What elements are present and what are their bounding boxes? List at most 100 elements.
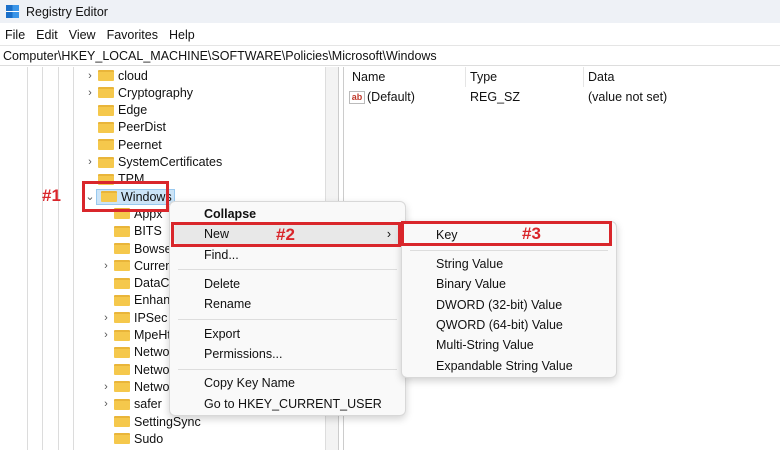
- tree-item-label: Netwo: [134, 345, 170, 360]
- submenu-item-qword-value[interactable]: QWORD (64-bit) Value: [402, 315, 616, 335]
- folder-icon: [114, 416, 130, 427]
- address-bar[interactable]: Computer\HKEY_LOCAL_MACHINE\SOFTWARE\Pol…: [0, 45, 780, 66]
- tree-item[interactable]: Enhanc: [100, 292, 176, 309]
- menu-separator: [178, 269, 397, 270]
- tree-item[interactable]: Netwo: [100, 344, 169, 361]
- tree-line: [73, 67, 74, 450]
- menu-item-export[interactable]: Export: [170, 324, 405, 344]
- tree-item-label: Netwo: [134, 362, 170, 377]
- submenu-item-string-value[interactable]: String Value: [402, 254, 616, 274]
- tree-line: [58, 67, 59, 450]
- folder-icon: [114, 277, 130, 289]
- folder-icon: [114, 433, 130, 445]
- folder-icon: [114, 381, 130, 393]
- tree-item[interactable]: › MpeHt: [100, 327, 171, 344]
- menu-help[interactable]: Help: [169, 28, 195, 42]
- tree-item[interactable]: › SystemCertificates: [84, 154, 222, 171]
- tree-item-label: BITS: [134, 224, 162, 239]
- folder-icon: [98, 70, 114, 81]
- tree-item[interactable]: › Netwo: [100, 378, 169, 395]
- tree-line: [42, 67, 43, 450]
- tree-item[interactable]: BITS: [100, 223, 162, 240]
- tree-item-label: SettingSync: [134, 414, 201, 429]
- tree-item[interactable]: › IPSec: [100, 309, 167, 326]
- folder-icon: [114, 225, 130, 237]
- chevron-right-icon[interactable]: ›: [100, 398, 112, 410]
- value-data: (value not set): [588, 90, 668, 104]
- menu-edit[interactable]: Edit: [36, 28, 58, 42]
- tree-item-label: Sudo: [134, 431, 164, 446]
- tree-item-label: Edge: [118, 103, 148, 118]
- chevron-right-icon[interactable]: ›: [84, 156, 96, 168]
- chevron-right-icon[interactable]: ›: [100, 329, 112, 341]
- annotation-label-3: #3: [522, 224, 541, 243]
- tree-item[interactable]: › Cryptography: [84, 84, 193, 101]
- tree-item[interactable]: Bowser: [100, 240, 176, 257]
- string-value-icon: ab: [349, 91, 365, 105]
- tree-item[interactable]: › Current: [100, 257, 176, 274]
- column-divider: [583, 67, 584, 87]
- chevron-right-icon[interactable]: ›: [84, 87, 96, 99]
- tree-item[interactable]: Sudo: [100, 430, 163, 447]
- tree-item[interactable]: Peernet: [84, 136, 162, 153]
- tree-item[interactable]: › safer: [100, 396, 162, 413]
- registry-editor-icon: [6, 5, 19, 18]
- tree-item[interactable]: DataCo: [100, 275, 176, 292]
- menu-item-find[interactable]: Find...: [170, 245, 405, 265]
- menu-view[interactable]: View: [69, 28, 96, 42]
- folder-icon: [114, 398, 130, 410]
- menu-favorites[interactable]: Favorites: [107, 28, 158, 42]
- folder-icon: [114, 329, 130, 341]
- tree-item-label: MpeHt: [134, 328, 171, 342]
- tree-item-label: SystemCertificates: [118, 155, 223, 169]
- menu-bar: File Edit View Favorites Help: [0, 24, 780, 45]
- tree-item[interactable]: › cloud: [84, 67, 148, 84]
- annotation-label-2: #2: [276, 225, 295, 244]
- tree-item-label: Netwo: [134, 379, 170, 394]
- value-type: REG_SZ: [470, 90, 521, 104]
- value-name: (Default): [367, 90, 415, 104]
- column-data[interactable]: Data: [588, 70, 614, 84]
- menu-item-copy-key-name[interactable]: Copy Key Name: [170, 373, 405, 393]
- tree-item-label: Peernet: [118, 137, 162, 152]
- folder-icon: [98, 121, 114, 133]
- chevron-right-icon[interactable]: ›: [100, 312, 112, 324]
- submenu-item-dword-value[interactable]: DWORD (32-bit) Value: [402, 295, 616, 315]
- folder-icon: [114, 312, 130, 324]
- tree-item[interactable]: Netwo: [100, 361, 169, 378]
- tree-item-label: safer: [134, 397, 162, 412]
- window-title: Registry Editor: [26, 4, 108, 19]
- folder-icon: [114, 260, 130, 272]
- annotation-box-3: [401, 221, 612, 246]
- menu-item-collapse[interactable]: Collapse: [170, 204, 405, 224]
- menu-file[interactable]: File: [5, 28, 25, 42]
- column-type[interactable]: Type: [470, 70, 497, 84]
- tree-item-label: IPSec: [134, 310, 168, 325]
- folder-icon: [98, 104, 114, 116]
- column-name[interactable]: Name: [352, 70, 385, 84]
- chevron-right-icon[interactable]: ›: [84, 70, 96, 82]
- folder-icon: [114, 243, 130, 254]
- submenu-item-multi-string-value[interactable]: Multi-String Value: [402, 335, 616, 355]
- annotation-box-1: [82, 181, 169, 212]
- tree-line: [27, 67, 28, 450]
- menu-item-delete[interactable]: Delete: [170, 274, 405, 294]
- folder-icon: [114, 294, 130, 306]
- menu-separator: [178, 369, 397, 370]
- folder-icon: [114, 346, 130, 358]
- menu-separator: [178, 319, 397, 320]
- tree-item[interactable]: Edge: [84, 102, 147, 119]
- chevron-right-icon[interactable]: ›: [100, 260, 112, 272]
- submenu-item-binary-value[interactable]: Binary Value: [402, 274, 616, 294]
- folder-icon: [114, 364, 130, 376]
- menu-item-goto-hkcu[interactable]: Go to HKEY_CURRENT_USER: [170, 394, 405, 414]
- folder-icon: [98, 139, 114, 151]
- folder-icon: [98, 87, 114, 99]
- submenu-item-expandable-string-value[interactable]: Expandable String Value: [402, 356, 616, 376]
- column-divider: [465, 67, 466, 87]
- tree-item-label: Cryptography: [118, 85, 194, 100]
- chevron-right-icon[interactable]: ›: [100, 381, 112, 393]
- tree-item[interactable]: PeerDist: [84, 119, 166, 136]
- menu-item-rename[interactable]: Rename: [170, 294, 405, 314]
- menu-item-permissions[interactable]: Permissions...: [170, 344, 405, 364]
